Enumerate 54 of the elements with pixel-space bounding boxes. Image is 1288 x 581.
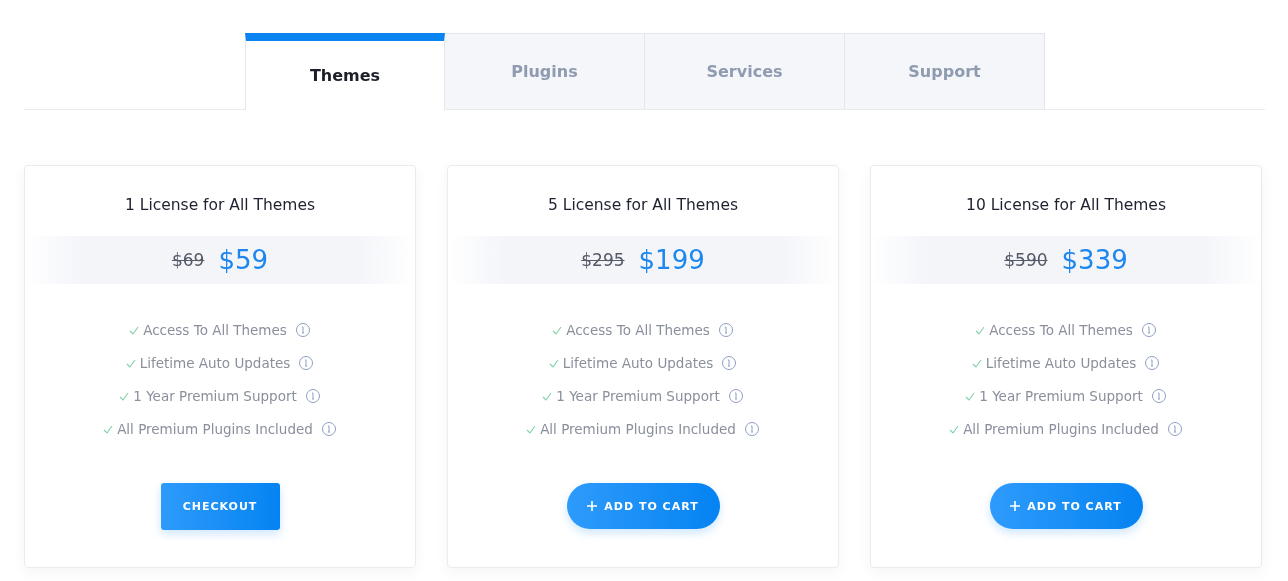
check-icon	[949, 424, 960, 434]
old-price: $69	[171, 250, 205, 270]
feature-text: Lifetime Auto Updates	[139, 355, 291, 371]
info-icon[interactable]	[1166, 421, 1183, 437]
price: $339	[1061, 245, 1128, 275]
info-icon[interactable]	[721, 355, 738, 371]
feature-text: Access To All Themes	[989, 322, 1133, 338]
info-icon[interactable]	[717, 322, 734, 338]
tab[interactable]: Support	[845, 33, 1045, 109]
checkout-button[interactable]: CHECKOUT	[160, 483, 280, 530]
price: $59	[218, 245, 269, 275]
plan-title: 5 License for All Themes	[547, 196, 739, 214]
check-icon	[548, 358, 559, 368]
check-icon	[971, 358, 982, 368]
check-icon	[526, 424, 537, 434]
add-to-cart-button[interactable]: ADD TO CART	[566, 483, 720, 529]
check-icon	[103, 424, 114, 434]
feature-text: 1 Year Premium Support	[979, 388, 1143, 404]
info-icon[interactable]	[1150, 388, 1167, 404]
check-icon	[552, 325, 563, 335]
check-icon	[542, 391, 553, 401]
feature-text: 1 Year Premium Support	[133, 388, 297, 404]
add-to-cart-button[interactable]: ADD TO CART	[989, 483, 1143, 529]
feature-text: Access To All Themes	[566, 322, 710, 338]
info-icon[interactable]	[304, 388, 321, 404]
check-icon	[129, 325, 140, 335]
plan-title: 10 License for All Themes	[966, 196, 1166, 214]
info-icon[interactable]	[743, 421, 760, 437]
plan-title: 1 License for All Themes	[124, 196, 316, 214]
info-icon[interactable]	[320, 421, 337, 437]
old-price: $295	[581, 250, 625, 270]
info-icon[interactable]	[294, 322, 311, 338]
feature-text: 1 Year Premium Support	[556, 388, 720, 404]
tab[interactable]: Services	[645, 33, 845, 109]
price: $199	[638, 245, 705, 275]
info-icon[interactable]	[1144, 355, 1161, 371]
tab[interactable]: Plugins	[445, 33, 645, 109]
info-icon[interactable]	[727, 388, 744, 404]
check-icon	[965, 391, 976, 401]
feature-text: All Premium Plugins Included	[963, 421, 1159, 437]
feature-text: All Premium Plugins Included	[540, 421, 736, 437]
info-icon[interactable]	[1140, 322, 1157, 338]
feature-text: All Premium Plugins Included	[117, 421, 313, 437]
plus-icon	[1010, 501, 1021, 511]
check-icon	[125, 358, 136, 368]
feature-text: Lifetime Auto Updates	[562, 355, 714, 371]
check-icon	[119, 391, 130, 401]
check-icon	[975, 325, 986, 335]
feature-text: Lifetime Auto Updates	[985, 355, 1137, 371]
info-icon[interactable]	[298, 355, 315, 371]
plus-icon	[587, 501, 598, 511]
feature-text: Access To All Themes	[143, 322, 287, 338]
old-price: $590	[1004, 250, 1048, 270]
tab[interactable]: Themes	[245, 33, 445, 110]
